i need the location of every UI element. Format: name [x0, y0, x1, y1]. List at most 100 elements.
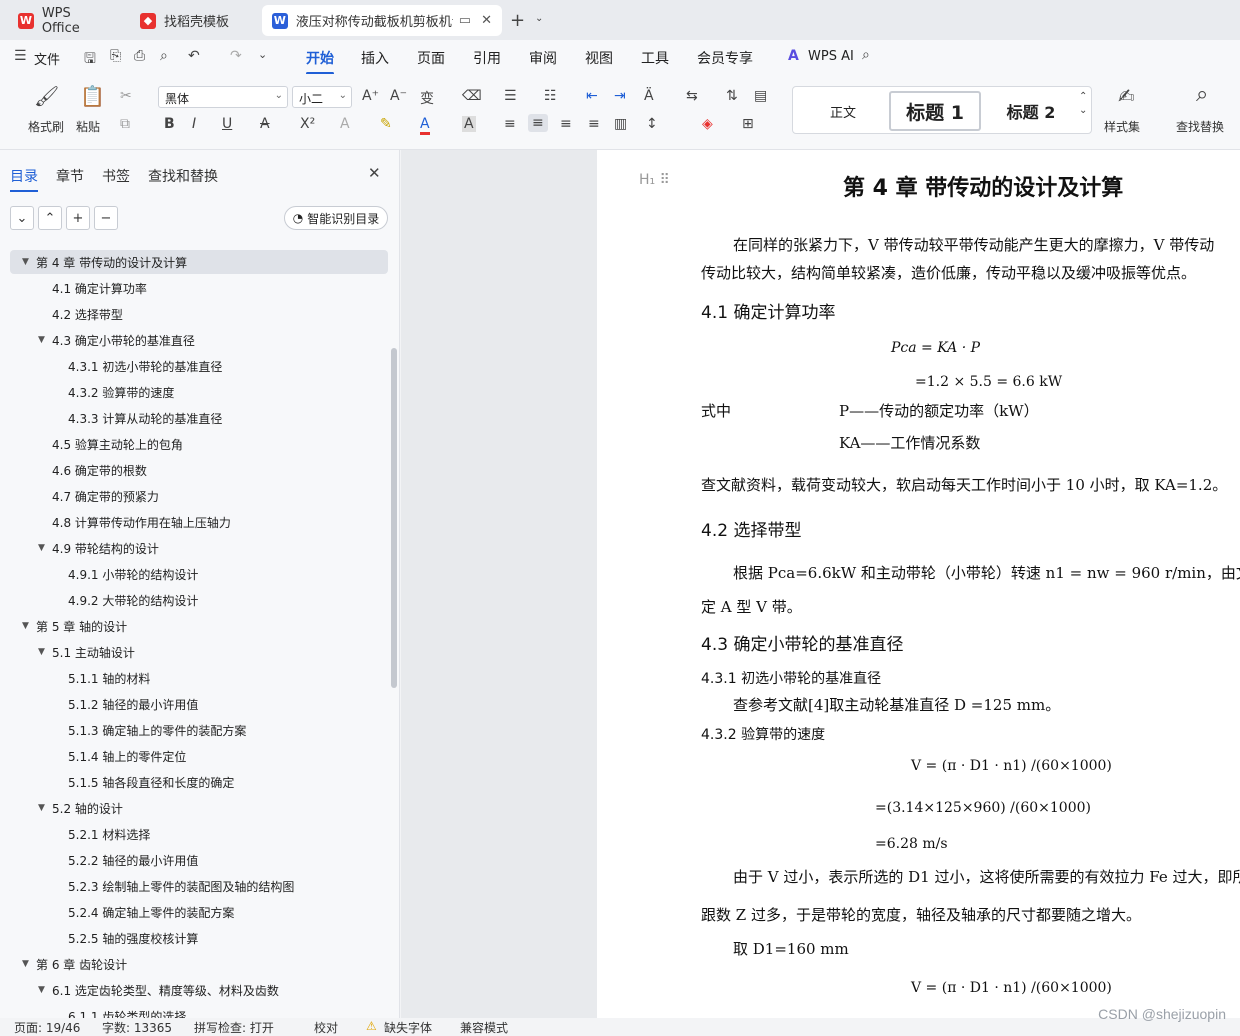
bold-icon[interactable]: B	[164, 116, 175, 132]
status-words[interactable]: 字数: 13365	[102, 1019, 172, 1036]
line-break-icon[interactable]: ⇆	[686, 88, 698, 104]
text-effect-icon[interactable]: A	[340, 116, 350, 132]
menu-start[interactable]: 开始	[306, 48, 334, 75]
menu-insert[interactable]: 插入	[361, 48, 389, 68]
sort-icon[interactable]: ⇅	[726, 88, 738, 104]
tab-wps-office[interactable]: W WPS Office	[8, 5, 122, 36]
print-preview-icon[interactable]: ⌕	[160, 48, 168, 64]
toc-item[interactable]: 5.2.1 材料选择	[10, 822, 388, 846]
style-set-label[interactable]: 样式集	[1104, 118, 1140, 135]
expand-caret-icon[interactable]: ▼	[22, 621, 34, 631]
toc-item[interactable]: 4.3.3 计算从动轮的基准直径	[10, 406, 388, 430]
nav-tab-sections[interactable]: 章节	[56, 166, 84, 186]
toc-item[interactable]: 4.2 选择带型	[10, 302, 388, 326]
export-icon[interactable]: ⎘	[110, 48, 121, 64]
font-size-select[interactable]: 小二 ⌄	[292, 86, 352, 108]
close-tab-icon[interactable]: ✕	[481, 13, 492, 28]
toc-item[interactable]: ▼ 第 5 章 轴的设计	[10, 614, 388, 638]
status-proof[interactable]: 校对	[314, 1019, 338, 1036]
style-normal[interactable]: 正文	[803, 91, 883, 131]
remove-heading-button[interactable]: −	[94, 206, 118, 230]
nav-tab-toc[interactable]: 目录	[10, 166, 38, 192]
more-chevron-icon[interactable]: ⌄	[258, 48, 267, 61]
toc-item[interactable]: 4.5 验算主动轮上的包角	[10, 432, 388, 456]
toc-item[interactable]: 4.9.1 小带轮的结构设计	[10, 562, 388, 586]
nav-tab-find-replace[interactable]: 查找和替换	[148, 166, 218, 186]
menu-wps-ai[interactable]: WPS AI	[808, 49, 854, 64]
style-heading-2[interactable]: 标题 2	[989, 91, 1073, 131]
collapse-up-button[interactable]: ⌃	[38, 206, 62, 230]
menu-review[interactable]: 审阅	[529, 48, 557, 68]
eraser-icon[interactable]: ⌫	[462, 88, 482, 104]
menu-view[interactable]: 视图	[585, 48, 613, 68]
hamburger-icon[interactable]: ☰	[14, 48, 27, 64]
toc-item[interactable]: 5.1.5 轴各段直径和长度的确定	[10, 770, 388, 794]
shading-icon[interactable]: ◈	[702, 116, 713, 132]
search-icon[interactable]: ⌕	[862, 47, 870, 63]
new-tab-icon[interactable]: +	[510, 10, 525, 31]
expand-caret-icon[interactable]: ▼	[38, 647, 50, 657]
increase-indent-icon[interactable]: ⇥	[614, 88, 626, 104]
align-right-icon[interactable]: ≡	[560, 116, 572, 132]
find-replace-icon[interactable]: ⌕	[1196, 82, 1208, 107]
toc-item[interactable]: 4.1 确定计算功率	[10, 276, 388, 300]
font-name-select[interactable]: 黑体 ⌄	[158, 86, 288, 108]
tab-docer-templates[interactable]: ◆ 找稻壳模板	[130, 5, 258, 36]
add-heading-button[interactable]: +	[66, 206, 90, 230]
expand-caret-icon[interactable]: ▼	[38, 985, 50, 995]
toc-item[interactable]: ▼ 5.2 轴的设计	[10, 796, 388, 820]
smart-toc-button[interactable]: ◔ 智能识别目录	[284, 206, 388, 230]
expand-caret-icon[interactable]: ▼	[38, 803, 50, 813]
italic-icon[interactable]: I	[192, 116, 196, 132]
style-scroll-down-icon[interactable]: ⌄	[1079, 105, 1087, 116]
show-marks-icon[interactable]: ▤	[754, 88, 767, 104]
redo-icon[interactable]: ↷	[230, 48, 242, 64]
menu-reference[interactable]: 引用	[473, 48, 501, 68]
undo-icon[interactable]: ↶	[188, 48, 200, 64]
expand-caret-icon[interactable]: ▼	[22, 959, 34, 969]
save-icon[interactable]: 🖫	[84, 48, 96, 72]
justify-icon[interactable]: ≡	[588, 116, 600, 132]
shrink-font-icon[interactable]: A⁻	[390, 88, 407, 104]
nav-tab-bookmarks[interactable]: 书签	[102, 166, 130, 186]
menu-file[interactable]: 文件	[34, 49, 60, 68]
highlight-icon[interactable]: ✎	[380, 116, 392, 132]
copy-icon[interactable]: ⧉	[120, 116, 130, 132]
monitor-icon[interactable]: ▭	[459, 13, 471, 28]
toc-item[interactable]: 4.6 确定带的根数	[10, 458, 388, 482]
toc-item[interactable]: ▼ 第 6 章 齿轮设计	[10, 952, 388, 976]
chevron-down-icon[interactable]: ⌄	[535, 13, 543, 24]
font-color-icon[interactable]: A	[420, 116, 430, 135]
style-set-icon[interactable]: ✍	[1118, 84, 1135, 108]
toc-item[interactable]: ▼ 4.3 确定小带轮的基准直径	[10, 328, 388, 352]
toc-item[interactable]: 5.1.4 轴上的零件定位	[10, 744, 388, 768]
decrease-indent-icon[interactable]: ⇤	[586, 88, 598, 104]
superscript-icon[interactable]: X²	[300, 116, 315, 132]
toc-item[interactable]: ▼ 第 4 章 带传动的设计及计算	[10, 250, 388, 274]
toc-item[interactable]: 4.3.1 初选小带轮的基准直径	[10, 354, 388, 378]
status-spellcheck[interactable]: 拼写检查: 打开	[194, 1019, 274, 1036]
tab-document[interactable]: W 液压对称传动截板机剪板机设计 ▭ ✕	[262, 5, 502, 36]
grow-font-icon[interactable]: A⁺	[362, 88, 379, 104]
expand-caret-icon[interactable]: ▼	[22, 257, 34, 267]
menu-page[interactable]: 页面	[417, 48, 445, 68]
align-center-icon[interactable]: ≡	[528, 114, 548, 132]
toc-item[interactable]: 5.2.2 轴径的最小许用值	[10, 848, 388, 872]
toc-item[interactable]: 5.1.2 轴径的最小许用值	[10, 692, 388, 716]
heading-marker-icon[interactable]: H₁ ⠿	[639, 172, 670, 188]
expand-caret-icon[interactable]: ▼	[38, 543, 50, 553]
toc-item[interactable]: 5.2.5 轴的强度校核计算	[10, 926, 388, 950]
status-page[interactable]: 页面: 19/46	[14, 1019, 80, 1036]
toc-scrollbar[interactable]	[391, 348, 397, 688]
numbered-list-icon[interactable]: ☷	[544, 88, 557, 104]
find-replace-label[interactable]: 查找替换	[1176, 118, 1224, 135]
style-heading-1[interactable]: 标题 1	[889, 91, 981, 131]
menu-member[interactable]: 会员专享	[697, 48, 753, 68]
format-painter-icon[interactable]: 🖌	[34, 84, 59, 108]
toc-item[interactable]: ▼ 5.1 主动轴设计	[10, 640, 388, 664]
style-scroll-up-icon[interactable]: ⌃	[1079, 91, 1087, 102]
underline-icon[interactable]: U	[222, 116, 232, 132]
print-icon[interactable]: ⎙	[134, 48, 145, 64]
phonetic-icon[interactable]: 变	[420, 88, 434, 108]
expand-caret-icon[interactable]: ▼	[38, 335, 50, 345]
